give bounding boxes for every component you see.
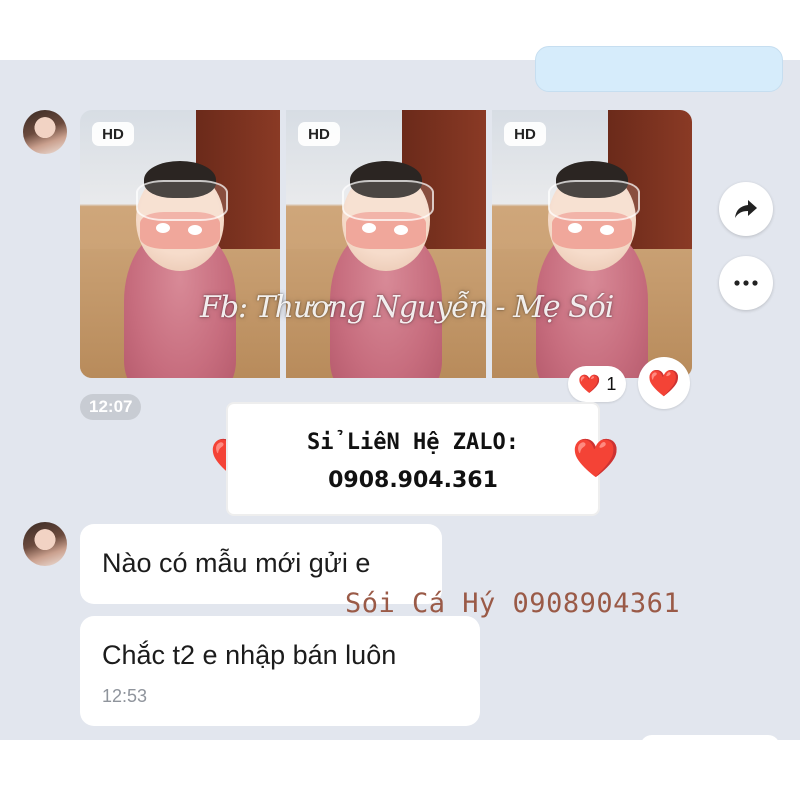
message-text: Nào có mẫu mới gửi e xyxy=(102,548,371,578)
photo-thumbnail[interactable]: HD xyxy=(80,110,280,378)
photo-scene xyxy=(548,179,640,222)
photo-scene xyxy=(342,179,434,222)
more-options-button[interactable] xyxy=(719,256,773,310)
share-arrow-icon xyxy=(735,200,757,218)
overlay-phone: 0908.904.361 xyxy=(328,468,498,493)
more-dots-icon xyxy=(734,280,758,286)
photo-thumbnail[interactable]: HD xyxy=(492,110,692,378)
hd-badge: HD xyxy=(92,122,134,146)
reaction-count: 1 xyxy=(606,373,617,394)
avatar[interactable] xyxy=(23,522,67,566)
heart-decoration-icon: ❤️ xyxy=(572,438,620,480)
heart-icon: ❤️ xyxy=(647,367,681,398)
share-button[interactable] xyxy=(719,182,773,236)
photo-timestamp: 12:07 xyxy=(80,394,142,420)
sent-message-bubble[interactable] xyxy=(640,735,780,755)
overlay-title: Sỉ LiêN Hệ ZALO: xyxy=(307,430,519,455)
sent-message-bubble[interactable] xyxy=(535,46,783,92)
reaction-summary[interactable]: ❤️ 1 xyxy=(568,366,627,402)
heart-reaction-icon: ❤️ xyxy=(578,373,601,394)
react-heart-button[interactable]: ❤️ xyxy=(638,357,690,409)
avatar[interactable] xyxy=(23,110,67,154)
signature-watermark: Sói Cá Hý 0908904361 xyxy=(345,588,681,619)
watermark-text: Fb: Thương Nguyễn - Mẹ Sói xyxy=(200,290,614,325)
received-message[interactable]: Chắc t2 e nhập bán luôn 12:53 xyxy=(80,616,480,726)
photo-thumbnail[interactable]: HD xyxy=(286,110,486,378)
photo-group: HD HD HD xyxy=(80,110,692,378)
contact-overlay: Sỉ LiêN Hệ ZALO: 0908.904.361 xyxy=(226,402,600,516)
hd-badge: HD xyxy=(298,122,340,146)
message-text: Chắc t2 e nhập bán luôn xyxy=(102,640,397,670)
photo-scene xyxy=(136,179,228,222)
message-timestamp: 12:53 xyxy=(102,686,148,706)
hd-badge: HD xyxy=(504,122,546,146)
